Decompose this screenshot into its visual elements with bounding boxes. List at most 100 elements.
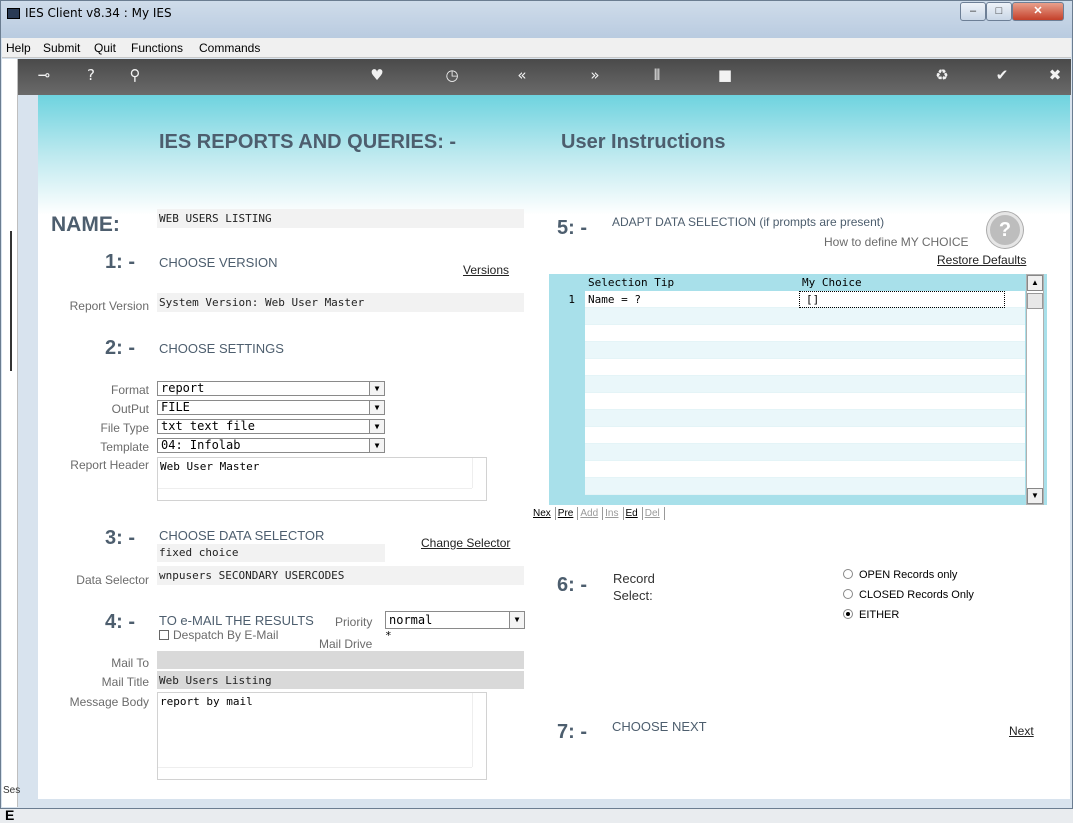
session-strip: Ses E xyxy=(2,59,20,823)
key-icon[interactable]: ⊸ xyxy=(30,66,58,84)
horizontal-scrollbar[interactable] xyxy=(158,488,472,500)
template-select[interactable]: 04: Infolab ▼ xyxy=(157,438,385,453)
despatch-checkbox[interactable]: Despatch By E-Mail xyxy=(159,628,278,642)
menu-functions[interactable]: Functions xyxy=(131,41,183,55)
vertical-scrollbar[interactable] xyxy=(472,693,486,767)
radio-dot[interactable] xyxy=(843,589,853,599)
step-7-title: CHOOSE NEXT xyxy=(612,719,707,734)
recycle-icon[interactable]: ♻ xyxy=(928,66,956,84)
delete-row-button[interactable]: Del xyxy=(643,507,665,520)
step-3-title: CHOOSE DATA SELECTOR xyxy=(159,528,325,543)
horizontal-scrollbar[interactable] xyxy=(158,767,472,779)
grid-scrollbar[interactable]: ▲ ▼ xyxy=(1026,274,1044,505)
column-header-selection-tip: Selection Tip xyxy=(588,276,675,289)
step-6-title: Record xyxy=(613,571,655,586)
either-records-radio[interactable]: EITHER xyxy=(843,609,899,621)
closed-records-radio[interactable]: CLOSED Records Only xyxy=(843,589,974,601)
table-row[interactable] xyxy=(585,410,1025,427)
next-row-button[interactable]: Nex xyxy=(531,507,556,520)
filetype-select[interactable]: txt text file ▼ xyxy=(157,419,385,434)
my-choice-cell[interactable]: [] xyxy=(799,291,1005,308)
radio-dot-selected[interactable] xyxy=(843,609,853,619)
scroll-up-icon[interactable]: ▲ xyxy=(1027,275,1043,291)
either-label: EITHER xyxy=(859,609,900,621)
selector-choice-field: fixed choice xyxy=(157,544,385,562)
search-icon[interactable]: ⚲ xyxy=(121,66,149,84)
filetype-label: File Type xyxy=(100,421,149,435)
versions-link[interactable]: Versions xyxy=(463,263,509,277)
priority-select[interactable]: normal ▼ xyxy=(385,611,525,629)
forward-icon[interactable]: » xyxy=(581,66,609,84)
table-row[interactable] xyxy=(585,359,1025,376)
edit-row-button[interactable]: Ed xyxy=(624,507,643,520)
report-header-textarea[interactable]: Web User Master xyxy=(157,457,487,501)
step-7-number: 7: - xyxy=(557,721,587,743)
menu-quit[interactable]: Quit xyxy=(94,41,116,55)
window-title: IES Client v8.34 : My IES xyxy=(25,6,172,20)
table-row[interactable] xyxy=(585,393,1025,410)
mail-drive-value: * xyxy=(385,629,392,642)
name-field[interactable]: WEB USERS LISTING xyxy=(157,209,524,228)
scroll-down-icon[interactable]: ▼ xyxy=(1027,488,1043,504)
change-selector-link[interactable]: Change Selector xyxy=(421,536,510,550)
add-row-button[interactable]: Add xyxy=(578,507,604,520)
clock-icon[interactable]: ◷ xyxy=(438,66,466,84)
table-row[interactable] xyxy=(585,308,1025,325)
priority-value: normal xyxy=(389,613,433,627)
mail-to-field[interactable] xyxy=(157,651,524,669)
radio-dot[interactable] xyxy=(843,569,853,579)
step-1-number: 1: - xyxy=(105,251,135,273)
scroll-thumb[interactable] xyxy=(1027,293,1043,309)
chevron-down-icon[interactable]: ▼ xyxy=(369,382,384,395)
open-records-radio[interactable]: OPEN Records only xyxy=(843,569,957,581)
message-body-textarea[interactable]: report by mail xyxy=(157,692,487,780)
output-select[interactable]: FILE ▼ xyxy=(157,400,385,415)
help-icon[interactable]: ? xyxy=(987,212,1023,248)
table-row[interactable] xyxy=(585,342,1025,359)
format-select[interactable]: report ▼ xyxy=(157,381,385,396)
menu-help[interactable]: Help xyxy=(6,41,31,55)
insert-row-button[interactable]: Ins xyxy=(603,507,624,520)
previous-row-button[interactable]: Pre xyxy=(556,507,579,520)
table-row[interactable] xyxy=(585,444,1025,461)
title-bar: IES Client v8.34 : My IES – □ ✕ xyxy=(1,1,1072,38)
stop-icon[interactable]: ■ xyxy=(711,66,739,84)
table-row[interactable] xyxy=(585,461,1025,478)
chevron-down-icon[interactable]: ▼ xyxy=(369,420,384,433)
checkbox-box[interactable] xyxy=(159,630,169,640)
heart-icon[interactable]: ♥ xyxy=(363,66,391,84)
check-icon[interactable]: ✔ xyxy=(988,66,1016,84)
step-4-number: 4: - xyxy=(105,611,135,633)
vertical-scrollbar[interactable] xyxy=(472,458,486,488)
table-row[interactable] xyxy=(585,427,1025,444)
chevron-down-icon[interactable]: ▼ xyxy=(369,439,384,452)
maximize-button[interactable]: □ xyxy=(986,2,1012,21)
message-body-text: report by mail xyxy=(160,695,253,708)
session-item[interactable]: E xyxy=(5,807,14,823)
menu-submit[interactable]: Submit xyxy=(43,41,80,55)
table-row[interactable] xyxy=(585,325,1025,342)
page-heading: IES REPORTS AND QUERIES: - xyxy=(159,131,457,153)
name-label: NAME: xyxy=(51,213,120,236)
table-row[interactable] xyxy=(585,478,1025,495)
restore-defaults-link[interactable]: Restore Defaults xyxy=(937,253,1026,267)
selection-tip-cell: Name = ? xyxy=(588,293,641,306)
close-window-button[interactable]: ✕ xyxy=(1012,2,1064,21)
chevron-down-icon[interactable]: ▼ xyxy=(509,612,524,628)
table-row[interactable] xyxy=(585,376,1025,393)
next-link[interactable]: Next xyxy=(1009,724,1034,738)
help-icon[interactable]: ? xyxy=(77,66,105,84)
report-version-field[interactable]: System Version: Web User Master xyxy=(157,293,524,312)
mail-title-field[interactable]: Web Users Listing xyxy=(157,671,524,689)
table-row[interactable]: Name = ? [] xyxy=(585,291,1025,308)
close-icon[interactable]: ✖ xyxy=(1041,66,1069,84)
chevron-down-icon[interactable]: ▼ xyxy=(369,401,384,414)
step-6-subtitle: Select: xyxy=(613,588,653,603)
open-records-label: OPEN Records only xyxy=(859,569,958,581)
data-selector-field[interactable]: wnpusers SECONDARY USERCODES xyxy=(157,566,524,585)
rewind-icon[interactable]: « xyxy=(508,66,536,84)
menu-commands[interactable]: Commands xyxy=(199,41,260,55)
app-window: IES Client v8.34 : My IES – □ ✕ Help Sub… xyxy=(0,0,1073,823)
tools-icon[interactable]: ⫴ xyxy=(643,66,671,84)
minimize-button[interactable]: – xyxy=(960,2,986,21)
